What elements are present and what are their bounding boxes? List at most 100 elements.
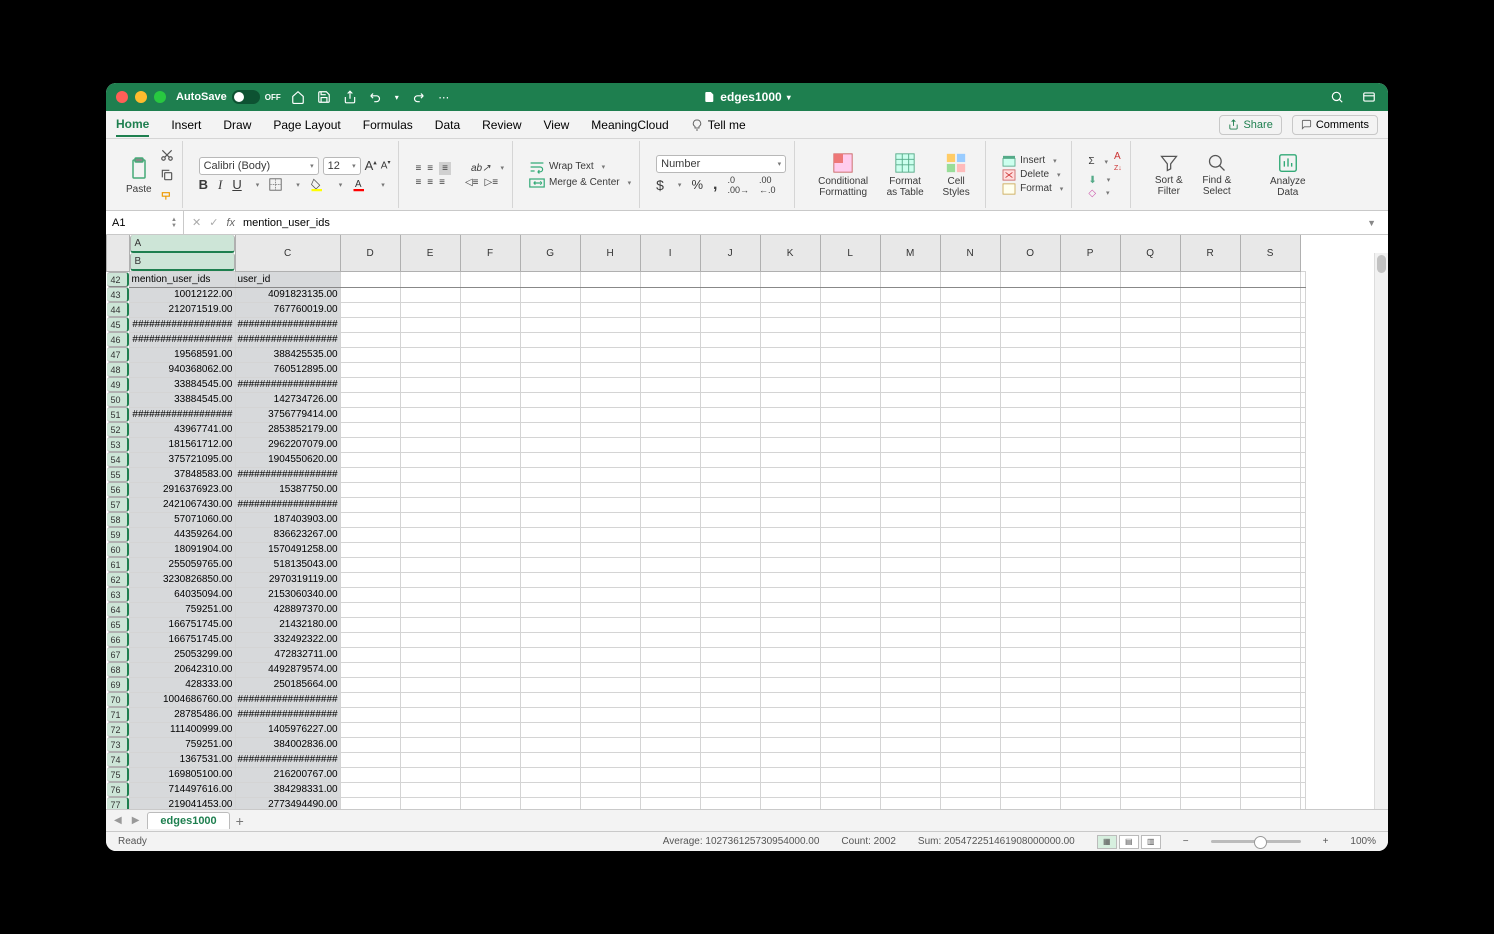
cell[interactable] [520, 782, 580, 797]
cell[interactable] [1000, 707, 1060, 722]
cell[interactable] [820, 512, 880, 527]
cell[interactable] [1240, 302, 1300, 317]
cell[interactable] [820, 692, 880, 707]
cell[interactable] [1300, 692, 1305, 707]
cell[interactable] [1300, 677, 1305, 692]
cell[interactable] [580, 362, 640, 377]
cell[interactable] [940, 797, 1000, 809]
cell[interactable] [1000, 557, 1060, 572]
cell[interactable] [1000, 377, 1060, 392]
cell[interactable] [1240, 512, 1300, 527]
cell[interactable] [520, 602, 580, 617]
cell[interactable] [1180, 287, 1240, 302]
cell[interactable] [580, 632, 640, 647]
cell[interactable] [700, 677, 760, 692]
cell[interactable] [400, 707, 460, 722]
cell[interactable] [940, 587, 1000, 602]
cell[interactable] [340, 347, 400, 362]
cell[interactable] [640, 332, 700, 347]
cell[interactable] [460, 572, 520, 587]
share-icon[interactable] [343, 90, 357, 104]
cell[interactable]: 388425535.00 [235, 347, 340, 362]
cell[interactable] [460, 392, 520, 407]
cell[interactable]: 1405976227.00 [235, 722, 340, 737]
cell[interactable] [640, 422, 700, 437]
cell[interactable]: 2970319119.00 [235, 572, 340, 587]
cell[interactable] [700, 392, 760, 407]
cell[interactable] [760, 512, 820, 527]
cell[interactable] [340, 782, 400, 797]
cell[interactable] [940, 272, 1000, 288]
cell[interactable] [640, 617, 700, 632]
cell[interactable] [1180, 767, 1240, 782]
cell[interactable] [1240, 497, 1300, 512]
cell[interactable] [940, 512, 1000, 527]
cell[interactable] [820, 797, 880, 809]
cell[interactable] [580, 707, 640, 722]
cell[interactable] [640, 632, 700, 647]
row-header[interactable]: 70 [107, 692, 129, 707]
cell[interactable] [1120, 362, 1180, 377]
cell[interactable]: 169805100.00 [129, 767, 235, 782]
cell[interactable] [520, 617, 580, 632]
row-header[interactable]: 47 [107, 347, 129, 362]
cell[interactable] [400, 407, 460, 422]
cell[interactable] [340, 512, 400, 527]
cell[interactable]: ################## [235, 317, 340, 332]
accept-formula-icon[interactable]: ✓ [209, 216, 218, 229]
cell[interactable] [760, 452, 820, 467]
cell[interactable] [640, 752, 700, 767]
format-cells-button[interactable]: Format▾ [1002, 183, 1063, 195]
toggle-ribbon-icon[interactable] [1362, 90, 1376, 104]
cell[interactable]: 187403903.00 [235, 512, 340, 527]
cell[interactable] [460, 632, 520, 647]
cell[interactable] [1000, 497, 1060, 512]
comments-button[interactable]: Comments [1292, 115, 1378, 135]
cell[interactable] [1060, 557, 1120, 572]
cell[interactable] [700, 497, 760, 512]
cell[interactable] [1300, 347, 1305, 362]
cell[interactable] [880, 272, 940, 288]
cell[interactable] [1240, 767, 1300, 782]
cell[interactable] [880, 287, 940, 302]
cell[interactable] [400, 542, 460, 557]
cell[interactable] [1180, 647, 1240, 662]
cell[interactable] [460, 752, 520, 767]
cell[interactable] [1300, 332, 1305, 347]
cell[interactable] [460, 332, 520, 347]
cell[interactable] [1300, 737, 1305, 752]
cell[interactable] [400, 677, 460, 692]
cell[interactable] [1240, 782, 1300, 797]
cell[interactable] [1060, 317, 1120, 332]
cell[interactable] [1240, 677, 1300, 692]
align-left-icon[interactable]: ≡ [415, 177, 421, 188]
cell[interactable] [1300, 497, 1305, 512]
cell[interactable] [820, 737, 880, 752]
cell[interactable] [460, 362, 520, 377]
cell[interactable] [460, 482, 520, 497]
cell[interactable] [700, 752, 760, 767]
cell[interactable] [340, 617, 400, 632]
cell[interactable] [1180, 392, 1240, 407]
cell[interactable] [580, 737, 640, 752]
cell[interactable] [460, 797, 520, 809]
cell[interactable] [640, 572, 700, 587]
row-header[interactable]: 51 [107, 407, 129, 422]
cell[interactable]: 767760019.00 [235, 302, 340, 317]
cell[interactable]: 714497616.00 [129, 782, 235, 797]
cell[interactable] [1000, 677, 1060, 692]
cell[interactable] [340, 557, 400, 572]
cell[interactable]: 33884545.00 [129, 377, 235, 392]
cell[interactable] [340, 287, 400, 302]
cell[interactable] [1060, 737, 1120, 752]
cell[interactable] [1000, 287, 1060, 302]
cell[interactable] [1120, 377, 1180, 392]
cell[interactable] [340, 797, 400, 809]
column-header-P[interactable]: P [1060, 235, 1120, 272]
cell[interactable] [400, 272, 460, 288]
cell[interactable] [1300, 767, 1305, 782]
row-header[interactable]: 61 [107, 557, 129, 572]
cell[interactable] [940, 482, 1000, 497]
cell[interactable] [940, 392, 1000, 407]
row-header[interactable]: 44 [107, 302, 129, 317]
